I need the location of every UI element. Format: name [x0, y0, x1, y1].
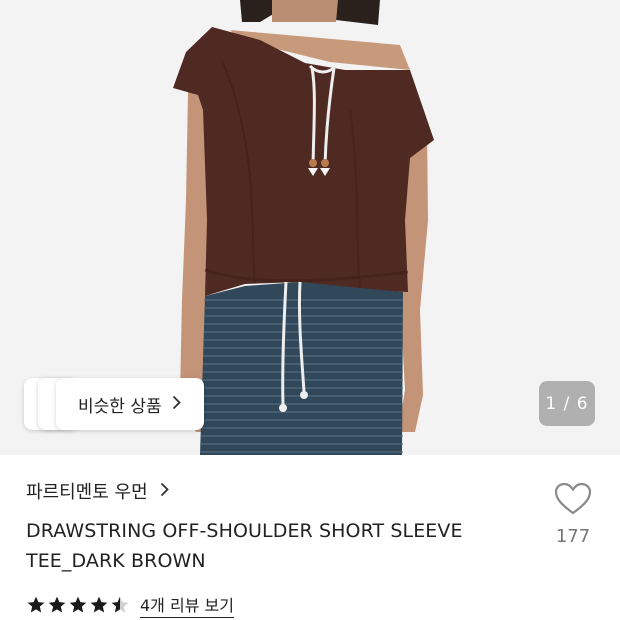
image-counter: 1 / 6	[539, 381, 595, 426]
similar-products-label: 비슷한 상품	[78, 396, 162, 417]
reviews-link[interactable]: 4개 리뷰 보기	[140, 592, 234, 618]
chevron-right-icon	[172, 395, 181, 414]
star-icon	[90, 596, 108, 613]
brand-label: 파르티멘토 우먼	[26, 482, 148, 503]
similar-products-button[interactable]: 비슷한 상품	[56, 378, 204, 430]
heart-outline-icon	[554, 482, 592, 520]
chevron-right-icon	[160, 481, 169, 502]
like-count: 177	[555, 526, 591, 547]
rating-row: 4개 리뷰 보기	[26, 592, 234, 618]
star-icon	[27, 596, 45, 613]
like-button[interactable]: 177	[548, 482, 598, 547]
star-rating	[26, 595, 130, 615]
star-icon	[48, 596, 66, 613]
star-icon	[69, 596, 87, 613]
star-half-icon	[111, 596, 129, 613]
brand-link[interactable]: 파르티멘토 우먼	[26, 478, 169, 504]
product-title: DRAWSTRING OFF-SHOULDER SHORT SLEEVE TEE…	[26, 520, 463, 572]
